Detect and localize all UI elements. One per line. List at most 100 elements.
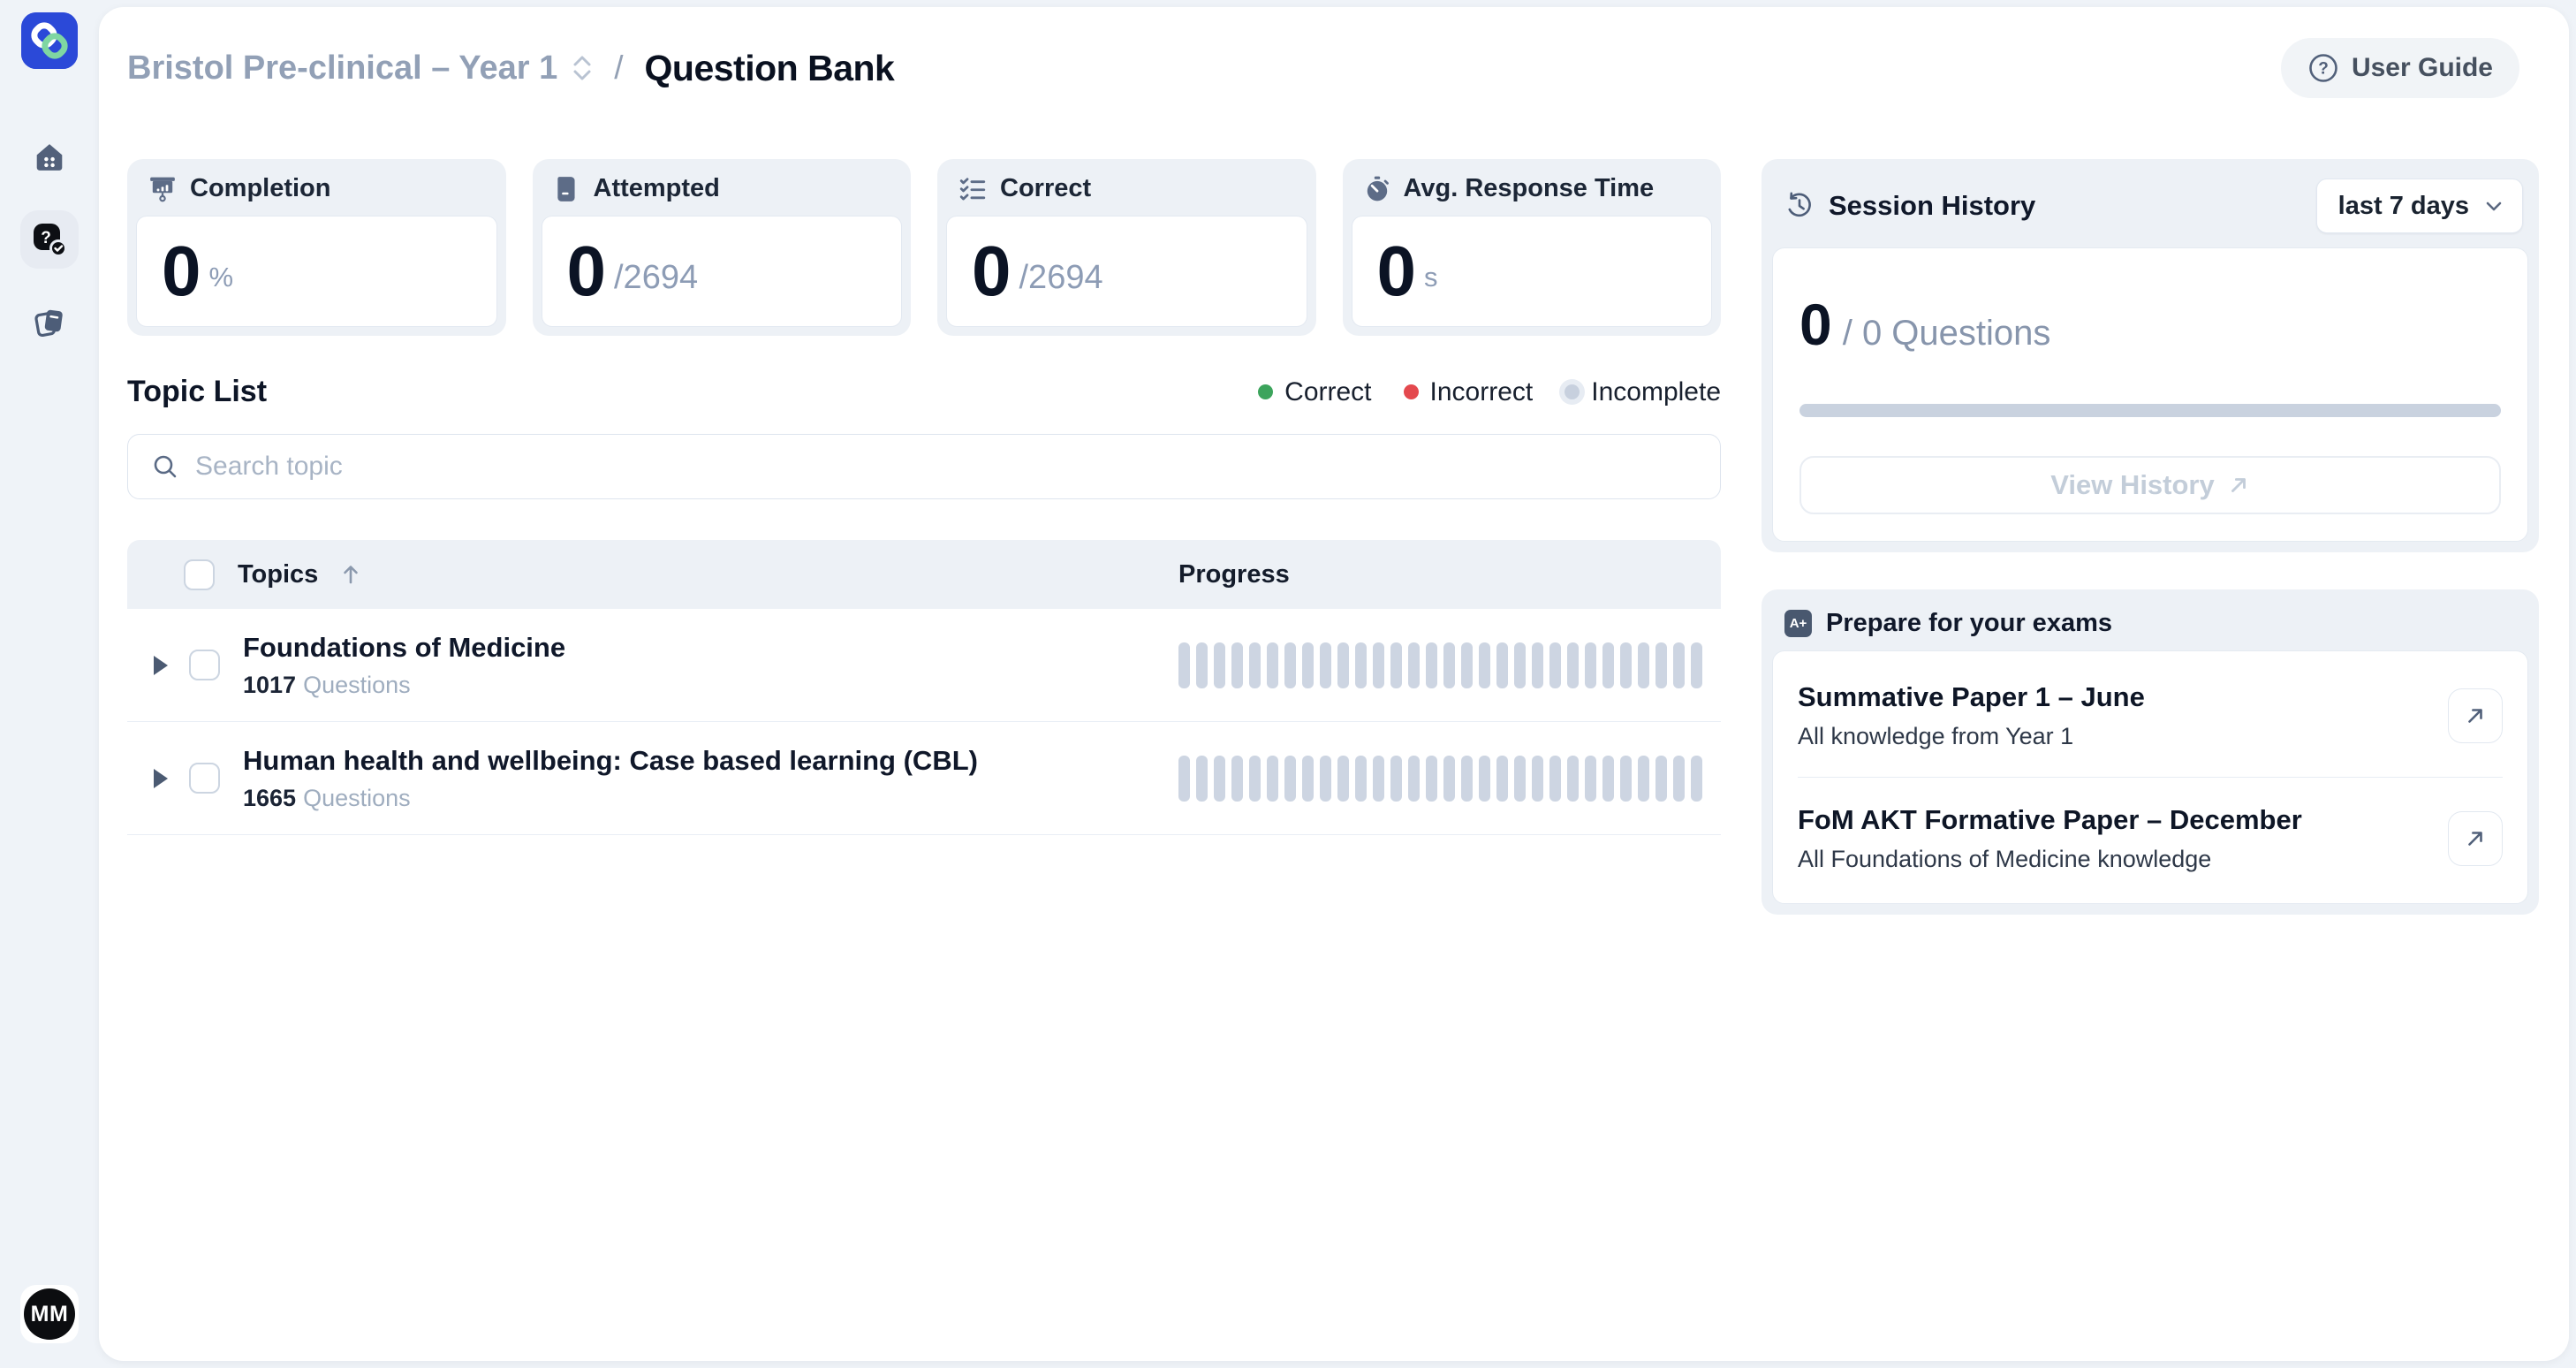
progress-segments — [1178, 642, 1721, 688]
stat-label: Avg. Response Time — [1404, 174, 1655, 203]
exam-prep-title: Prepare for your exams — [1826, 609, 2112, 638]
stat-value: 0 — [567, 231, 604, 312]
user-avatar[interactable]: MM — [20, 1285, 79, 1343]
document-icon — [554, 175, 580, 203]
stat-suffix: /2694 — [614, 247, 698, 297]
exam-item: FoM AKT Formative Paper – December All F… — [1798, 777, 2503, 900]
legend-item-incomplete: Incomplete — [1565, 377, 1721, 407]
view-history-button[interactable]: View History — [1799, 456, 2501, 514]
question-bank-icon: ? — [32, 222, 67, 257]
legend-item-incorrect: Incorrect — [1404, 377, 1534, 407]
svg-text:?: ? — [2318, 60, 2329, 79]
legend-label: Incomplete — [1591, 377, 1721, 407]
table-row[interactable]: Human health and wellbeing: Case based l… — [127, 722, 1721, 835]
view-history-label: View History — [2050, 469, 2215, 501]
logo-links-icon — [21, 12, 78, 69]
expand-row-icon[interactable] — [154, 656, 168, 675]
main-panel: Bristol Pre-clinical – Year 1 / Question… — [99, 7, 2569, 1361]
user-guide-button[interactable]: ? User Guide — [2281, 38, 2519, 98]
topic-list-title: Topic List — [127, 375, 267, 409]
course-switch-icon[interactable] — [572, 53, 593, 83]
sidebar-item-home[interactable] — [34, 141, 65, 173]
stat-head: Correct — [937, 159, 1316, 216]
row-checkbox[interactable] — [189, 763, 220, 794]
stat-suffix: s — [1424, 249, 1438, 293]
column-topics[interactable]: Topics — [238, 560, 318, 589]
open-exam-button[interactable] — [2448, 688, 2503, 743]
topic-question-count: 1017 Questions — [243, 672, 565, 699]
legend-label: Correct — [1284, 377, 1371, 407]
progress-legend: Correct Incorrect Incomplete — [1258, 377, 1721, 407]
history-clock-icon — [1784, 191, 1815, 221]
question-count-label: Questions — [303, 672, 411, 698]
select-all-checkbox[interactable] — [184, 559, 215, 590]
stat-suffix: /2694 — [1019, 247, 1103, 297]
date-range-value: last 7 days — [2338, 192, 2469, 221]
question-count-label: Questions — [303, 785, 411, 811]
question-count-value: 1017 — [243, 672, 296, 698]
user-guide-label: User Guide — [2352, 53, 2493, 83]
topic-title[interactable]: Foundations of Medicine — [243, 632, 565, 664]
progress-segments — [1178, 756, 1721, 802]
breadcrumb: Bristol Pre-clinical – Year 1 / Question… — [127, 48, 894, 89]
avatar-initials: MM — [24, 1288, 75, 1340]
row-checkbox[interactable] — [189, 650, 220, 680]
session-history-card: 0 / 0 Questions View History — [1772, 247, 2528, 542]
exam-text: Summative Paper 1 – June All knowledge f… — [1798, 681, 2145, 750]
topic-cell: Foundations of Medicine 1017 Questions — [243, 632, 565, 699]
topics-table: Topics Progress Foundations of — [127, 540, 1721, 835]
legend-dot-incomplete — [1565, 384, 1580, 399]
session-score: 0 / 0 Questions — [1799, 291, 2501, 358]
legend-item-correct: Correct — [1258, 377, 1371, 407]
exam-text: FoM AKT Formative Paper – December All F… — [1798, 804, 2302, 873]
a-plus-badge-icon: A+ — [1784, 610, 1812, 637]
sidebar-item-question-bank[interactable]: ? — [20, 210, 79, 269]
expand-row-icon[interactable] — [154, 769, 168, 788]
session-history-title: Session History — [1829, 190, 2035, 222]
search-input[interactable] — [195, 452, 1697, 482]
stat-label: Completion — [190, 174, 331, 203]
stat-value-card: 0 % — [136, 216, 497, 327]
stat-suffix: % — [209, 249, 234, 293]
stat-card-correct: Correct 0 /2694 — [937, 159, 1316, 336]
exam-description: All knowledge from Year 1 — [1798, 723, 2145, 750]
app-logo[interactable] — [21, 12, 78, 69]
open-exam-button[interactable] — [2448, 811, 2503, 866]
table-row[interactable]: Foundations of Medicine 1017 Questions — [127, 609, 1721, 722]
stat-card-completion: Completion 0 % — [127, 159, 506, 336]
sort-ascending-icon[interactable] — [341, 564, 360, 585]
stat-head: Completion — [127, 159, 506, 216]
breadcrumb-separator: / — [614, 49, 623, 87]
topic-list-header: Topic List Correct Incorrect Incomple — [127, 375, 1721, 409]
question-circle-icon: ? — [2307, 52, 2339, 84]
stat-label: Attempted — [594, 174, 720, 203]
topic-question-count: 1665Questions — [243, 785, 978, 812]
session-score-suffix: / 0 Questions — [1843, 314, 2051, 353]
session-progress-bar — [1799, 404, 2501, 417]
arrow-up-right-icon — [2464, 827, 2487, 850]
stat-value-card: 0 /2694 — [946, 216, 1307, 327]
exam-item: Summative Paper 1 – June All knowledge f… — [1798, 655, 2503, 777]
stat-head: Attempted — [533, 159, 912, 216]
exam-prep-panel: A+ Prepare for your exams Summative Pape… — [1762, 589, 2539, 915]
stat-label: Correct — [1000, 174, 1091, 203]
stat-value: 0 — [972, 231, 1009, 312]
column-progress: Progress — [1178, 560, 1721, 589]
topic-cell: Human health and wellbeing: Case based l… — [243, 745, 978, 812]
left-column: Completion 0 % Atte — [127, 159, 1721, 1361]
stat-card-avg-response-time: Avg. Response Time 0 s — [1343, 159, 1722, 336]
table-header: Topics Progress — [127, 540, 1721, 609]
legend-dot-correct — [1258, 384, 1273, 399]
topic-title[interactable]: Human health and wellbeing: Case based l… — [243, 745, 978, 777]
page: ? MM Bristol Pre-clinical – Year 1 — [0, 0, 2576, 1368]
stat-value-card: 0 s — [1352, 216, 1713, 327]
stats-row: Completion 0 % Atte — [127, 159, 1721, 336]
sidebar-item-flashcards[interactable] — [34, 306, 65, 338]
exam-title: FoM AKT Formative Paper – December — [1798, 804, 2302, 836]
date-range-select[interactable]: last 7 days — [2316, 179, 2523, 233]
stat-value: 0 — [1377, 231, 1414, 312]
page-title: Question Bank — [645, 48, 895, 89]
exam-description: All Foundations of Medicine knowledge — [1798, 846, 2302, 873]
breadcrumb-course-selector[interactable]: Bristol Pre-clinical – Year 1 — [127, 49, 557, 87]
stat-head: Avg. Response Time — [1343, 159, 1722, 216]
